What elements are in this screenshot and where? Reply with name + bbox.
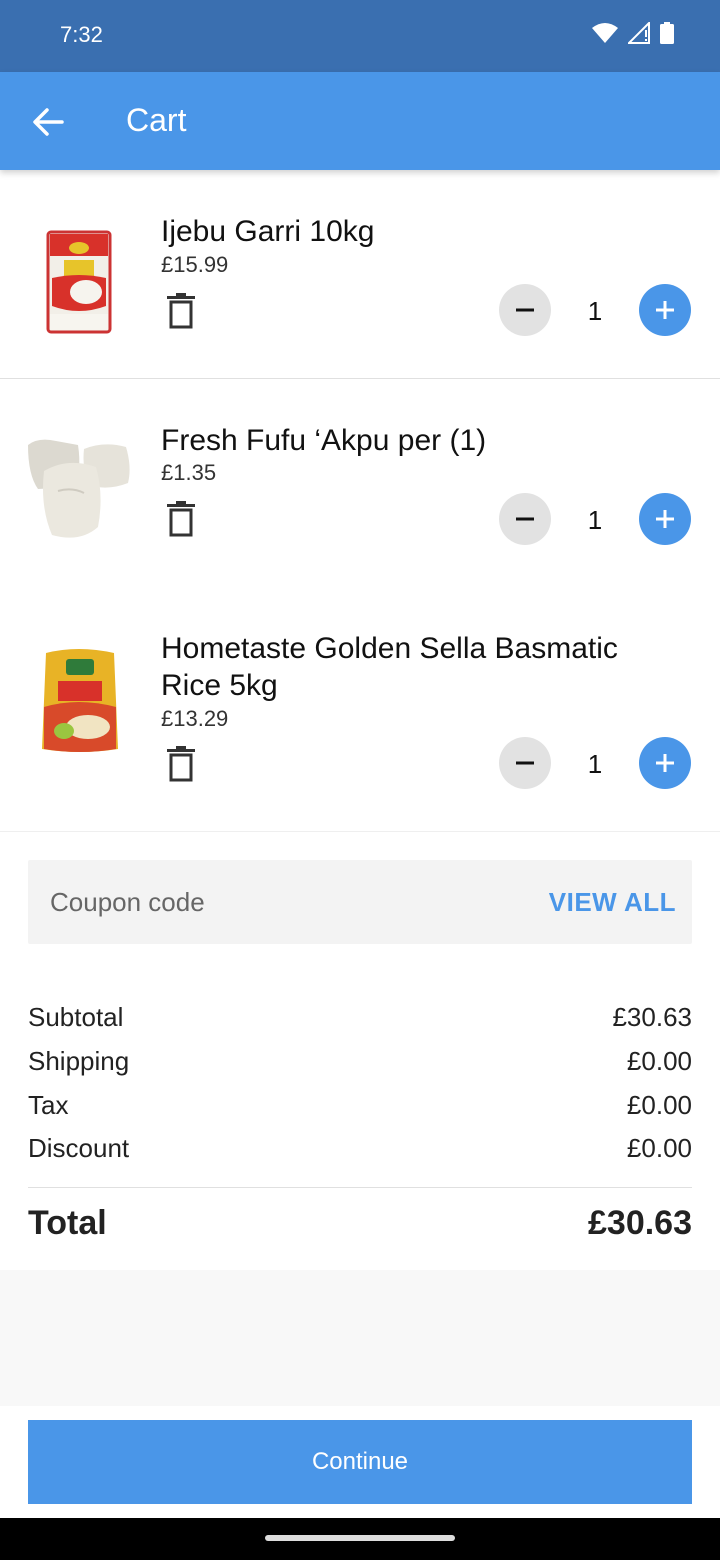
total-label: Total xyxy=(28,1204,107,1242)
product-price: £15.99 xyxy=(161,252,229,277)
subtotal-label: Subtotal xyxy=(28,1002,124,1032)
tax-label: Tax xyxy=(28,1090,69,1120)
home-gesture-handle[interactable] xyxy=(265,1535,455,1541)
status-bar: 7:32 xyxy=(0,0,720,72)
garri-bag-image xyxy=(46,230,112,334)
fufu-image xyxy=(28,439,130,538)
page-title: Cart xyxy=(126,102,187,138)
trash-icon xyxy=(167,746,195,782)
delete-button[interactable] xyxy=(165,293,197,329)
minus-icon xyxy=(516,308,534,312)
product-image[interactable] xyxy=(28,645,132,755)
cart-item: Hometaste Golden Sella Basmatic Rice 5kg… xyxy=(0,589,720,831)
product-image[interactable] xyxy=(28,431,132,541)
plus-icon xyxy=(656,754,674,772)
view-all-coupons-button[interactable]: VIEW ALL xyxy=(549,887,676,918)
divider xyxy=(0,831,720,832)
decrease-quantity-button[interactable] xyxy=(499,284,551,336)
plus-icon xyxy=(656,510,674,528)
app-bar: Cart xyxy=(0,72,720,170)
back-button[interactable] xyxy=(28,102,68,142)
minus-icon xyxy=(516,761,534,765)
battery-icon xyxy=(660,22,674,44)
trash-icon xyxy=(167,293,195,329)
rice-bag-image xyxy=(42,649,118,752)
status-time: 7:32 xyxy=(60,22,103,47)
product-name[interactable]: Fresh Fufu ‘Akpu per (1) xyxy=(161,422,681,459)
wifi-icon xyxy=(592,23,618,43)
system-nav-bar xyxy=(0,1518,720,1560)
decrease-quantity-button[interactable] xyxy=(499,493,551,545)
minus-icon xyxy=(516,517,534,521)
cart-item: Ijebu Garri 10kg £15.99 1 xyxy=(0,170,720,378)
delete-button[interactable] xyxy=(165,501,197,537)
delete-button[interactable] xyxy=(165,746,197,782)
increase-quantity-button[interactable] xyxy=(639,493,691,545)
shipping-value: £0.00 xyxy=(626,1046,692,1076)
arrow-back-icon xyxy=(33,108,64,136)
trash-icon xyxy=(167,501,195,537)
subtotal-value: £30.63 xyxy=(612,1002,692,1032)
coupon-input[interactable] xyxy=(28,860,528,944)
divider xyxy=(28,1187,692,1188)
shipping-label: Shipping xyxy=(28,1046,130,1076)
discount-value: £0.00 xyxy=(626,1133,692,1163)
quantity-value: 1 xyxy=(587,505,603,535)
continue-button[interactable]: Continue xyxy=(28,1420,692,1504)
quantity-value: 1 xyxy=(587,749,603,779)
product-name[interactable]: Ijebu Garri 10kg xyxy=(161,213,681,250)
signal-icon xyxy=(628,22,650,44)
discount-label: Discount xyxy=(28,1133,130,1163)
tax-value: £0.00 xyxy=(626,1090,692,1120)
product-image[interactable] xyxy=(28,226,132,336)
product-price: £1.35 xyxy=(161,460,217,485)
product-price: £13.29 xyxy=(161,706,229,731)
plus-icon xyxy=(656,301,674,319)
status-icons xyxy=(592,22,674,44)
product-name[interactable]: Hometaste Golden Sella Basmatic Rice 5kg xyxy=(161,630,681,704)
increase-quantity-button[interactable] xyxy=(639,737,691,789)
cart-item: Fresh Fufu ‘Akpu per (1) £1.35 1 xyxy=(0,379,720,589)
spacer-area xyxy=(0,1270,720,1406)
total-value: £30.63 xyxy=(588,1204,692,1242)
decrease-quantity-button[interactable] xyxy=(499,737,551,789)
coupon-box: VIEW ALL xyxy=(28,860,692,944)
increase-quantity-button[interactable] xyxy=(639,284,691,336)
quantity-value: 1 xyxy=(587,296,603,326)
